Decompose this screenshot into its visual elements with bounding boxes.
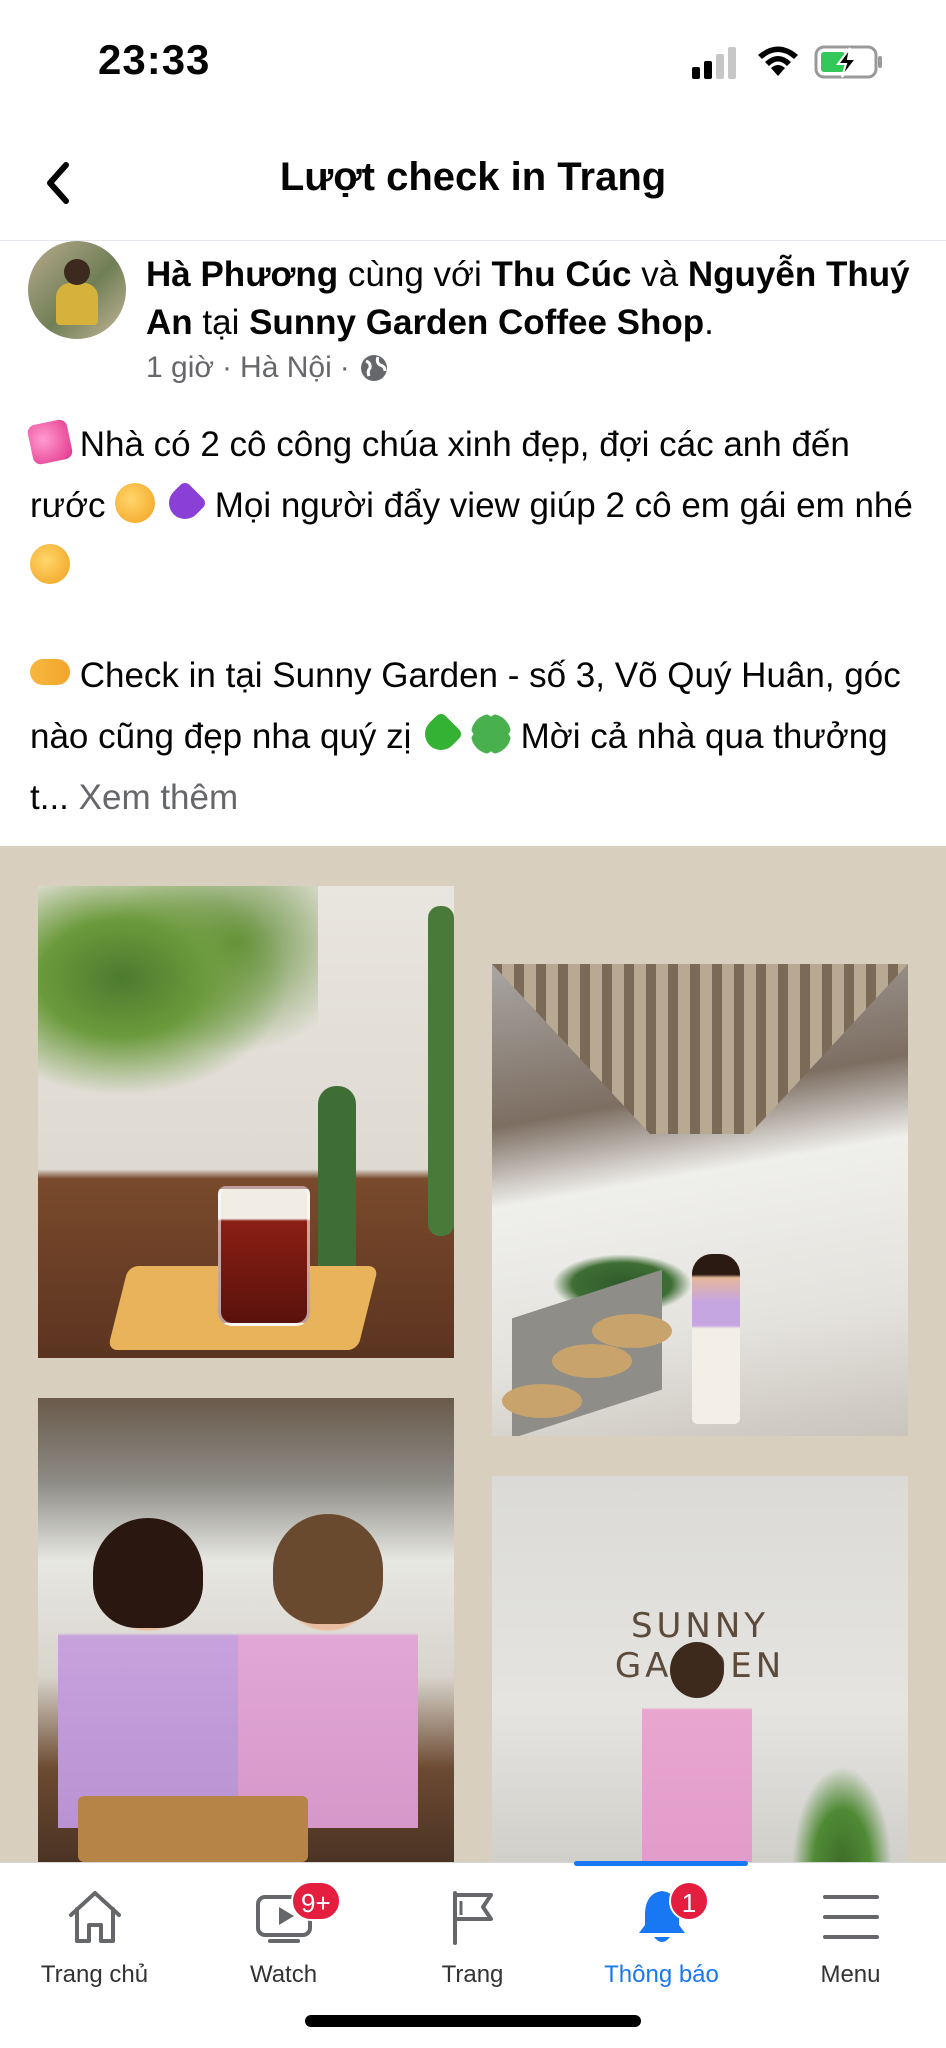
tab-label: Menu (820, 1961, 881, 1988)
battery-charging-icon (814, 45, 882, 79)
status-bar: 23:33 (0, 0, 946, 125)
page-title: Lượt check in Trang (279, 155, 667, 199)
avatar[interactable] (28, 241, 126, 339)
at-text: tại (192, 303, 250, 342)
post-header: Hà Phương cùng với Thu Cúc và Nguyễn Thu… (0, 241, 946, 401)
photo-two-women[interactable] (38, 1398, 454, 1862)
tab-menu[interactable]: Menu (756, 1885, 945, 2005)
menu-icon (822, 1895, 879, 1939)
tab-label: Watch (249, 1961, 318, 1988)
flag-icon (452, 1891, 493, 1945)
post-time[interactable]: 1 giờ (146, 351, 214, 385)
home-icon (68, 1891, 121, 1943)
post-meta: 1 giờ · Hà Nội · (146, 351, 390, 385)
post-text-1b: Mọi người đẩy view giúp 2 cô em gái em n… (205, 486, 913, 525)
wifi-icon (758, 46, 798, 76)
notifications-badge: 1 (669, 1881, 709, 1921)
tab-pages[interactable]: Trang (378, 1885, 567, 2005)
home-indicator[interactable] (305, 2015, 641, 2027)
tagged-user-link-1[interactable]: Thu Cúc (491, 255, 631, 294)
tab-watch[interactable]: Watch 9+ (189, 1881, 378, 2005)
purple-heart-emoji-icon (162, 480, 208, 526)
tab-label: Thông báo (604, 1961, 719, 1988)
four-leaf-clover-emoji-icon (470, 714, 511, 754)
meta-separator: · (222, 351, 233, 384)
tab-home[interactable]: Trang chủ (0, 1885, 189, 2005)
watch-badge: 9+ (291, 1881, 341, 1921)
tab-label: Trang (441, 1961, 504, 1988)
revolving-hearts-emoji-icon (26, 418, 74, 466)
see-more-link[interactable]: Xem thêm (79, 778, 239, 817)
smiling-hearts-emoji-icon (115, 483, 156, 523)
author-name-link[interactable]: Hà Phương (146, 255, 338, 294)
post-author-line: Hà Phương cùng với Thu Cúc và Nguyễn Thu… (146, 251, 926, 347)
with-text: cùng với (338, 255, 492, 294)
period-text: . (704, 303, 714, 342)
photo-corridor[interactable] (492, 964, 908, 1436)
tab-label: Trang chủ (40, 1961, 149, 1988)
signal-icon (692, 47, 736, 79)
and-text: và (631, 255, 688, 294)
globe-icon (360, 355, 387, 381)
active-tab-indicator (574, 1861, 748, 1866)
photo-collage: SUNNYGARDEN (0, 846, 946, 1862)
place-link[interactable]: Sunny Garden Coffee Shop (249, 303, 704, 342)
page-header: Lượt check in Trang (0, 125, 946, 241)
green-heart-emoji-icon (418, 711, 464, 757)
post-text: Nhà có 2 cô công chúa xinh đẹp, đợi các … (26, 414, 930, 876)
meta-separator: · (339, 351, 350, 384)
status-time: 23:33 (98, 36, 211, 83)
photo-sunny-garden-sign[interactable]: SUNNYGARDEN (492, 1476, 908, 1862)
post-paragraph-1: Nhà có 2 cô công chúa xinh đẹp, đợi các … (26, 414, 930, 597)
post-location: Hà Nội (240, 351, 332, 384)
photo-drink-table[interactable] (38, 886, 454, 1358)
post-paragraph-2: Check in tại Sunny Garden - số 3, Võ Quý… (30, 645, 930, 828)
tears-of-joy-emoji-icon (30, 544, 70, 584)
pointing-right-emoji-icon (30, 659, 70, 685)
tab-notifications[interactable]: Thông báo 1 (567, 1881, 756, 2005)
